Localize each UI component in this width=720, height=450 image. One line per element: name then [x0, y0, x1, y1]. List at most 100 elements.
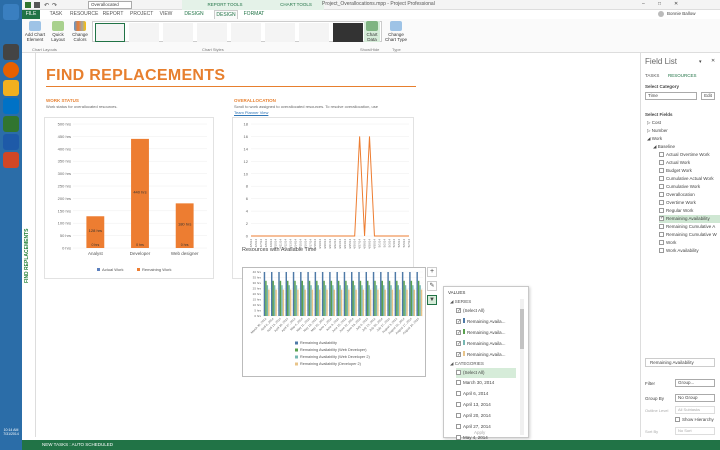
chart-style-4[interactable]	[197, 23, 227, 42]
checkbox[interactable]	[456, 424, 461, 430]
tab-report-design[interactable]: DESIGN	[182, 10, 206, 19]
maximize-icon[interactable]: □	[658, 1, 661, 7]
series-item-1[interactable]: Remaining Availa...	[456, 317, 505, 327]
tab-project[interactable]: PROJECT	[130, 10, 153, 19]
save-icon[interactable]	[34, 2, 40, 8]
apply-button[interactable]: Apply	[474, 430, 485, 435]
powerpoint-icon[interactable]	[3, 152, 19, 168]
tab-report[interactable]: REPORT	[102, 10, 124, 19]
checkbox[interactable]	[456, 380, 461, 386]
category-item[interactable]: April 6, 2014	[456, 389, 488, 399]
field-item[interactable]: Remaining Cumulative W	[659, 231, 717, 239]
checkbox[interactable]	[456, 328, 461, 338]
chart-style-1[interactable]	[95, 23, 125, 42]
popup-scrollbar[interactable]	[520, 299, 524, 435]
field-item[interactable]: ◢ Work	[647, 135, 662, 143]
undo-icon[interactable]: ↶	[44, 2, 49, 9]
chart-elements-button[interactable]: +	[427, 267, 437, 277]
category-item[interactable]: March 30, 2014	[456, 378, 494, 388]
checkbox[interactable]	[659, 200, 664, 206]
category-item[interactable]: April 13, 2014	[456, 400, 491, 410]
start-icon[interactable]	[3, 4, 19, 20]
tab-file[interactable]: FILE	[22, 10, 40, 19]
pane-options-icon[interactable]: ▾	[699, 59, 702, 65]
checkbox[interactable]	[659, 224, 664, 230]
availability-chart[interactable]: 0 hrs 5 hrs 10 hrs 15 hrs 20 hrs 25 hrs 30 hrs…	[242, 267, 426, 377]
chart-style-5[interactable]	[231, 23, 261, 42]
change-chart-type-button[interactable]: Change Chart Type	[384, 21, 408, 42]
field-item[interactable]: Cumulative Actual Work	[659, 175, 714, 183]
field-item[interactable]: Remaining Cumulative A	[659, 223, 715, 231]
field-item[interactable]: Work	[659, 239, 676, 247]
checkbox[interactable]	[456, 402, 461, 408]
overallocation-chart[interactable]: 0 2 4 6 8 10 12 14 16 18 4/5/14 4/6/14 4/7/14 4/8/14 4…	[232, 117, 414, 279]
tab-chart-design[interactable]: DESIGN	[214, 10, 238, 19]
field-item[interactable]: Work Availability	[659, 247, 699, 255]
close-icon[interactable]: ✕	[674, 1, 678, 7]
category-select[interactable]: Time	[645, 92, 697, 100]
field-item[interactable]: Budget Work	[659, 167, 692, 175]
sort-by-select[interactable]: No Sort	[675, 427, 715, 435]
series-select-all[interactable]: (Select All)	[456, 306, 485, 316]
checkbox[interactable]	[456, 306, 461, 316]
chart-styles-gallery[interactable]	[92, 21, 382, 42]
checkbox[interactable]	[659, 168, 664, 174]
checkbox[interactable]	[659, 240, 664, 246]
checkbox[interactable]	[456, 350, 461, 360]
tab-view[interactable]: VIEW	[158, 10, 174, 19]
show-hierarchy-toggle[interactable]: Show Hierarchy	[675, 417, 714, 423]
series-item-3[interactable]: Remaining Availa...	[456, 339, 505, 349]
field-item[interactable]: Overtime Work	[659, 199, 696, 207]
checkbox[interactable]	[456, 391, 461, 397]
field-item[interactable]: Remaining Availability	[659, 214, 720, 223]
pane-close-icon[interactable]: ✕	[711, 58, 715, 64]
chart-style-2[interactable]	[129, 23, 159, 42]
outline-level-select[interactable]: All Subtasks	[675, 406, 715, 414]
filter-combobox[interactable]: Overallocated	[88, 1, 132, 9]
field-item[interactable]: Overallocation	[659, 191, 695, 199]
checkbox[interactable]	[659, 176, 664, 182]
chart-styles-brush-icon[interactable]: ✎	[427, 281, 437, 291]
add-chart-element-button[interactable]: Add Chart Element	[24, 21, 46, 42]
checkbox[interactable]	[659, 232, 664, 238]
chart-style-6[interactable]	[265, 23, 295, 42]
tab-resources[interactable]: RESOURCES	[668, 73, 697, 78]
tab-format[interactable]: FORMAT	[242, 10, 266, 19]
field-item[interactable]: Actual Overtime Work	[659, 151, 710, 159]
project-icon[interactable]	[3, 116, 19, 132]
filter-select[interactable]: Group...	[675, 379, 715, 387]
checkbox[interactable]	[456, 339, 461, 349]
checkbox[interactable]	[456, 317, 461, 327]
tab-task[interactable]: TASK	[48, 10, 64, 19]
firefox-icon[interactable]	[3, 62, 19, 78]
team-planner-link[interactable]: Team Planner View	[234, 110, 268, 115]
field-item[interactable]: ◢ Baseline	[653, 143, 675, 151]
category-select-all[interactable]: (Select All)	[456, 368, 516, 378]
redo-icon[interactable]: ↷	[52, 2, 57, 9]
category-item[interactable]: April 20, 2014	[456, 411, 491, 421]
field-item[interactable]: ▷ Cost	[647, 119, 661, 127]
field-item[interactable]: Cumulative Work	[659, 183, 700, 191]
checkbox[interactable]	[456, 370, 461, 376]
group-by-select[interactable]: No Group	[675, 394, 715, 402]
avatar[interactable]	[658, 11, 664, 17]
field-item[interactable]: ▷ Number	[647, 127, 668, 135]
change-colors-button[interactable]: Change Colors	[70, 21, 90, 42]
field-item[interactable]: Actual Work	[659, 159, 690, 167]
chart-style-7[interactable]	[299, 23, 329, 42]
chart-data-button[interactable]: Chart Data	[364, 21, 380, 42]
chart-filter-icon[interactable]: ▼	[427, 295, 437, 305]
checkbox[interactable]	[659, 248, 664, 254]
checkbox[interactable]	[659, 184, 664, 190]
minimize-icon[interactable]: –	[642, 1, 645, 7]
checkbox[interactable]	[675, 417, 680, 423]
checkbox[interactable]	[659, 192, 664, 198]
quick-layout-button[interactable]: Quick Layout	[48, 21, 68, 42]
chart-style-8[interactable]	[333, 23, 363, 42]
series-item-2[interactable]: Remaining Availa...	[456, 328, 505, 338]
user-name[interactable]: Bonnie Ballow	[667, 11, 696, 16]
work-status-chart[interactable]: 0 hrs 50 hrs 100 hrs 150 hrs 200 hrs 250 hrs 3…	[44, 117, 214, 279]
selected-field-box[interactable]: Remaining Availability	[645, 358, 715, 367]
series-item-4[interactable]: Remaining Availa...	[456, 350, 505, 360]
checkbox[interactable]	[659, 152, 664, 158]
